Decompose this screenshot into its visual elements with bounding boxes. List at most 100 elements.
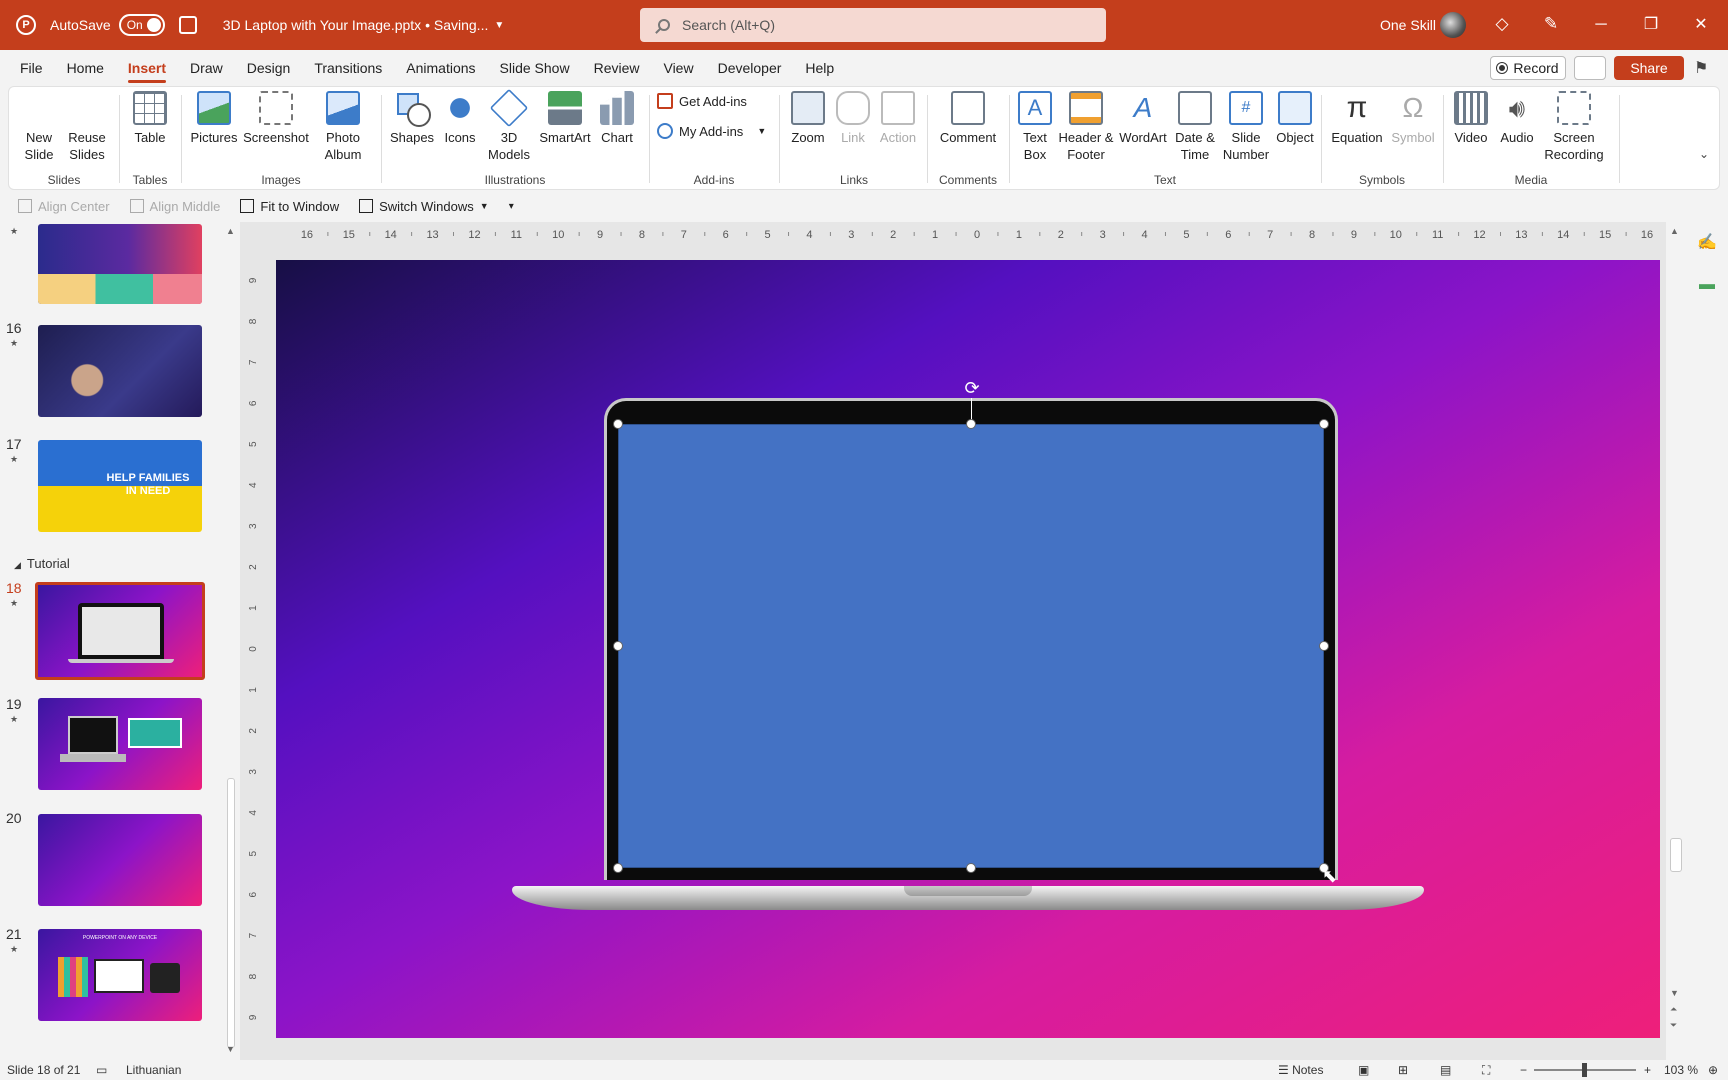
tab-slide-show[interactable]: Slide Show [488,50,582,86]
resize-handle-left[interactable] [613,641,623,651]
user-name[interactable]: One Skill [1380,17,1436,33]
avatar[interactable] [1440,12,1466,38]
tab-insert[interactable]: Insert [116,50,178,86]
fit-to-window-button[interactable]: Fit to Window [240,199,339,214]
thumbnail-18[interactable] [35,582,205,680]
thumbnail-15[interactable] [38,224,202,304]
customize-qat-button[interactable]: ▾ [509,201,514,212]
resize-handle-right[interactable] [1319,641,1329,651]
resize-handle-top-left[interactable] [613,419,623,429]
scroll-down-icon[interactable]: ▼ [1670,988,1679,998]
fit-slide-icon[interactable]: ⊕ [1708,1063,1718,1077]
diamond-icon[interactable]: ◇ [1492,14,1512,34]
coauthor-icon[interactable]: ⚑ [1694,58,1714,78]
tab-help[interactable]: Help [793,50,846,86]
link-button[interactable]: Link [833,91,873,146]
tab-file[interactable]: File [8,50,55,86]
designer-icon[interactable]: ✍ [1696,232,1718,254]
shapes-button[interactable]: Shapes [387,91,437,146]
zoom-button[interactable]: Zoom [785,91,831,146]
date-time-button[interactable]: Date & Time [1171,91,1219,163]
record-button[interactable]: Record [1490,56,1566,80]
chart-button[interactable]: Chart [595,91,639,146]
scroll-up-icon[interactable]: ▲ [226,226,235,236]
zoom-slider-knob[interactable] [1582,1063,1587,1077]
object-button[interactable]: Object [1273,91,1317,146]
text-box-button[interactable]: A Text Box [1015,91,1055,163]
scroll-thumb[interactable] [1670,838,1682,872]
smartart-button[interactable]: SmartArt [537,91,593,146]
section-header[interactable]: ◢ Tutorial [14,556,70,571]
slide-canvas[interactable]: ⟳ ⬉ [276,260,1660,1038]
thumbnail-scrollbar[interactable]: ▲ ▼ [224,222,238,1060]
screen-recording-button[interactable]: Screen Recording [1541,91,1607,163]
restore-button[interactable]: ❐ [1636,12,1666,38]
minimize-button[interactable]: ─ [1586,12,1616,38]
close-button[interactable]: ✕ [1686,12,1716,38]
3d-models-button[interactable]: 3D Models [483,88,535,163]
action-button[interactable]: Action [875,91,921,146]
pictures-button[interactable]: Pictures [189,91,239,146]
resize-handle-bottom[interactable] [966,863,976,873]
resize-handle-top-right[interactable] [1319,419,1329,429]
zoom-out-icon[interactable]: − [1520,1063,1527,1077]
comments-button[interactable] [1574,56,1606,80]
header-footer-button[interactable]: Header & Footer [1057,91,1115,163]
thumbnail-19[interactable] [38,698,202,790]
document-title[interactable]: 3D Laptop with Your Image.pptx • Saving.… [223,17,489,33]
screen-rectangle-shape[interactable] [618,424,1324,868]
tab-animations[interactable]: Animations [394,50,487,86]
wordart-button[interactable]: A WordArt [1117,91,1169,146]
accessibility-icon[interactable]: ▭ [96,1063,107,1077]
chevron-down-icon[interactable]: ▼ [494,20,504,31]
resize-handle-top[interactable] [966,419,976,429]
save-icon[interactable] [178,16,197,34]
screenshot-button[interactable]: Screenshot [243,91,309,146]
tab-home[interactable]: Home [55,50,116,86]
slide-number-button[interactable]: # Slide Number [1221,91,1271,163]
tab-design[interactable]: Design [235,50,303,86]
table-button[interactable]: Table [127,91,173,146]
previous-slide-icon[interactable]: ⏶ [1670,1004,1677,1015]
thumbnail-17[interactable]: HELP FAMILIES IN NEED [38,440,202,532]
photo-album-button[interactable]: Photo Album [313,91,373,163]
equation-button[interactable]: π Equation [1327,91,1387,146]
rotate-handle-icon[interactable]: ⟳ [962,378,982,398]
share-button[interactable]: Share [1614,56,1684,80]
align-middle-button[interactable]: Align Middle [129,199,220,214]
zoom-level[interactable]: 103 % [1664,1063,1698,1077]
my-addins-button[interactable]: My Add-ins ▼ [657,123,766,139]
tab-review[interactable]: Review [582,50,652,86]
collapse-ribbon-icon[interactable]: ⌄ [1699,147,1709,161]
reading-view-icon[interactable]: ▤ [1440,1063,1451,1077]
tab-draw[interactable]: Draw [178,50,235,86]
audio-button[interactable]: 🔊︎ Audio [1495,91,1539,146]
symbol-button[interactable]: Ω Symbol [1389,91,1437,146]
language-indicator[interactable]: Lithuanian [126,1063,181,1077]
canvas-scrollbar[interactable]: ▲ ▼ ⏶ ⏷ [1666,222,1686,1034]
autosave-toggle[interactable]: On [118,14,165,36]
addin-pane-icon[interactable]: ▬ [1696,276,1718,298]
tab-transitions[interactable]: Transitions [302,50,394,86]
switch-windows-button[interactable]: Switch Windows ▼ [359,199,489,214]
tab-view[interactable]: View [651,50,705,86]
icons-button[interactable]: Icons [439,91,481,146]
comment-button[interactable]: Comment [935,91,1001,146]
get-addins-button[interactable]: Get Add-ins [657,93,747,109]
reuse-slides-button[interactable]: Reuse Slides [65,91,380,385]
next-slide-icon[interactable]: ⏷ [1670,1020,1677,1031]
thumbnail-20[interactable] [38,814,202,906]
scroll-down-icon[interactable]: ▼ [226,1044,235,1054]
tab-developer[interactable]: Developer [706,50,794,86]
slide-sorter-icon[interactable]: ⊞ [1398,1063,1408,1077]
resize-handle-bottom-left[interactable] [613,863,623,873]
pen-icon[interactable]: ✎ [1541,14,1561,34]
video-button[interactable]: Video [1449,91,1493,146]
scroll-thumb[interactable] [227,778,235,1048]
zoom-in-icon[interactable]: + [1644,1063,1651,1077]
normal-view-icon[interactable]: ▣ [1358,1063,1369,1077]
slideshow-icon[interactable]: ⛶ [1482,1063,1490,1078]
align-center-button[interactable]: Align Center [18,199,110,214]
search-box[interactable]: Search (Alt+Q) [640,8,1106,42]
new-slide-button[interactable]: New Slide [17,91,332,385]
